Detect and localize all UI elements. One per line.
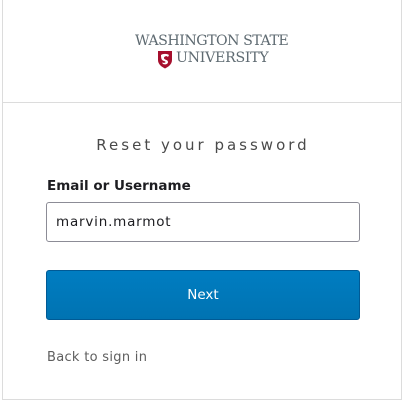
next-button[interactable]: Next [46,270,360,320]
university-logo[interactable]: WASHINGTON STATE UNIVERSITY [135,33,289,73]
reset-password-card: WASHINGTON STATE UNIVERSITY Reset your p… [2,0,402,400]
card-header: WASHINGTON STATE UNIVERSITY [3,0,401,103]
logo-line-2: UNIVERSITY [176,50,269,66]
email-username-label: Email or Username [47,178,191,194]
back-to-sign-in-link[interactable]: Back to sign in [47,350,147,365]
email-username-input[interactable] [46,202,360,242]
page-title: Reset your password [96,136,310,154]
logo-line-1: WASHINGTON STATE [135,33,289,49]
cougar-seal-icon [157,50,173,69]
